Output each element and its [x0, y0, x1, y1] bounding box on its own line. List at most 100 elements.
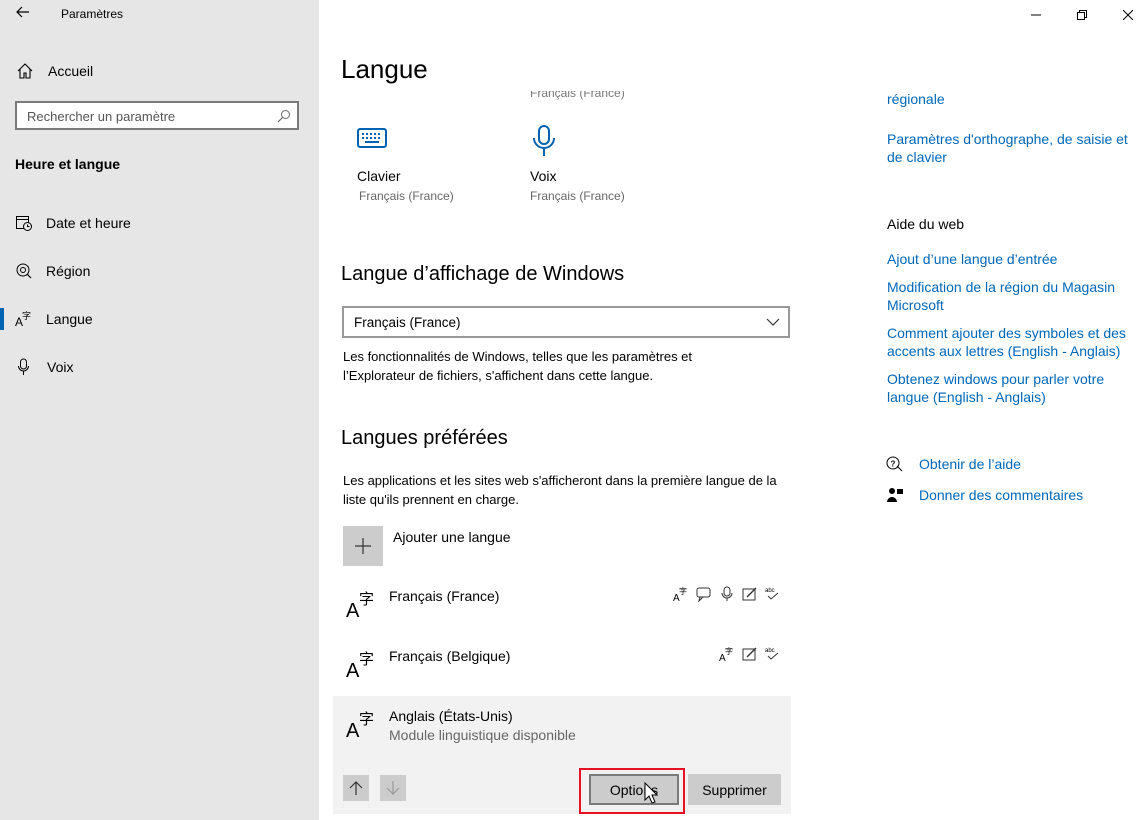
sidebar-item-date-time[interactable]: Date et heure — [15, 213, 315, 235]
language-name: Français (France) — [389, 588, 500, 604]
calendar-clock-icon — [16, 216, 32, 231]
restore-button[interactable] — [1059, 0, 1105, 29]
tile-subtitle: Français (France) — [359, 189, 454, 203]
language-features: A字 abc — [673, 586, 781, 602]
chevron-down-icon — [766, 318, 780, 326]
svg-text:A: A — [346, 720, 360, 740]
svg-text:字: 字 — [359, 710, 374, 728]
back-arrow-icon[interactable] — [12, 4, 34, 24]
spellcheck-icon: abc — [765, 588, 779, 600]
home-label: Accueil — [48, 63, 94, 79]
feedback-label: Donner des commentaires — [919, 487, 1084, 503]
microphone-icon — [721, 586, 733, 601]
display-language-icon: A字 — [673, 586, 687, 602]
language-icon: A字 — [15, 310, 31, 328]
feedback-icon — [887, 488, 903, 502]
language-name: Anglais (États-Unis) — [389, 708, 513, 724]
svg-text:abc: abc — [765, 648, 775, 654]
minimize-icon — [1031, 14, 1041, 15]
help-chat-icon: ? — [886, 456, 903, 472]
svg-text:字: 字 — [359, 650, 374, 668]
display-language-dropdown[interactable]: Français (France) — [342, 306, 790, 338]
active-indicator — [0, 308, 4, 330]
section-title: Heure et langue — [15, 156, 121, 172]
spelling-typing-keyboard-link[interactable]: Paramètres d'orthographe, de saisie et d… — [887, 130, 1132, 166]
sidebar-item-language[interactable]: A字 Langue — [15, 309, 315, 331]
globe-icon — [16, 263, 32, 279]
web-help-link[interactable]: Ajout d’une langue d’entrée — [887, 250, 1132, 268]
page-title: Langue — [341, 54, 428, 84]
speech-bubble-icon — [696, 587, 711, 602]
sidebar-item-label: Langue — [46, 311, 93, 327]
display-language-icon: A字 — [719, 646, 733, 662]
remove-label: Supprimer — [702, 781, 767, 798]
language-features: A字 abc — [719, 646, 781, 662]
sidebar-item-region[interactable]: Région — [15, 261, 315, 283]
regional-link[interactable]: régionale — [887, 90, 945, 108]
search-icon — [277, 110, 290, 123]
web-help-link[interactable]: Modification de la région du Magasin Mic… — [887, 278, 1132, 314]
handwriting-icon — [742, 587, 757, 601]
microphone-icon — [533, 125, 555, 156]
preferred-languages-heading: Langues préférées — [341, 427, 508, 449]
get-help-link[interactable]: ? Obtenir de l’aide — [886, 455, 1126, 475]
app-title: Paramètres — [61, 7, 124, 21]
plus-icon — [343, 526, 383, 566]
arrow-down-icon — [386, 781, 400, 795]
search-placeholder: Rechercher un paramètre — [27, 109, 176, 124]
language-glyph-icon: A字 — [346, 650, 374, 680]
add-language-button[interactable]: Ajouter une langue — [343, 526, 643, 566]
svg-text:abc: abc — [765, 588, 775, 594]
sidebar-item-label: Voix — [47, 359, 74, 375]
svg-text:字: 字 — [679, 586, 687, 596]
mouse-cursor-icon — [644, 782, 658, 804]
web-help-link[interactable]: Comment ajouter des symboles et des acce… — [887, 324, 1132, 360]
language-name: Français (Belgique) — [389, 648, 511, 664]
microphone-icon — [18, 358, 29, 375]
language-glyph-icon: A字 — [346, 590, 374, 620]
tile-title: Voix — [530, 168, 557, 184]
keyboard-tile[interactable]: Clavier Français (France) — [357, 122, 507, 206]
close-button[interactable] — [1105, 0, 1147, 29]
svg-text:A: A — [346, 660, 360, 680]
svg-text:字: 字 — [359, 590, 374, 608]
display-language-heading: Langue d’affichage de Windows — [341, 263, 625, 285]
handwriting-icon — [742, 647, 757, 661]
display-language-description: Les fonctionnalités de Windows, telles q… — [343, 349, 693, 383]
options-button[interactable]: Options — [589, 774, 679, 805]
svg-text:字: 字 — [725, 646, 733, 656]
tile-subtitle: Français (France) — [530, 189, 625, 203]
home-icon — [17, 63, 33, 79]
sidebar-item-voice[interactable]: Voix — [15, 357, 315, 379]
sidebar: Paramètres Accueil Rechercher un paramèt… — [0, 0, 319, 820]
restore-icon — [1077, 9, 1087, 20]
spellcheck-icon: abc — [765, 648, 779, 660]
dropdown-value: Français (France) — [354, 315, 461, 330]
sidebar-item-label: Région — [46, 263, 91, 279]
move-up-button[interactable] — [343, 775, 369, 801]
svg-text:字: 字 — [22, 310, 31, 322]
remove-button[interactable]: Supprimer — [688, 774, 781, 805]
close-icon — [1123, 9, 1133, 20]
get-help-label: Obtenir de l’aide — [919, 456, 1021, 472]
svg-text:A: A — [346, 600, 360, 620]
language-item[interactable]: A字 Français (France) A字 abc — [333, 578, 791, 634]
web-help-link[interactable]: Obtenez windows pour parler votre langue… — [887, 370, 1132, 406]
voice-tile[interactable]: Voix Français (France) — [529, 122, 679, 206]
language-item[interactable]: A字 Français (Belgique) A字 abc — [333, 638, 791, 694]
tile-title: Clavier — [357, 168, 401, 184]
language-item-selected[interactable]: A字 Anglais (États-Unis) Module linguisti… — [333, 696, 791, 814]
sidebar-item-label: Date et heure — [46, 215, 131, 231]
svg-text:?: ? — [891, 460, 896, 469]
cut-off-text: Français (France) — [530, 86, 625, 100]
web-help-title: Aide du web — [887, 216, 965, 232]
language-glyph-icon: A字 — [346, 710, 374, 740]
arrow-up-icon — [349, 781, 363, 795]
minimize-button[interactable] — [1013, 0, 1059, 29]
language-status: Module linguistique disponible — [389, 727, 576, 743]
add-language-label: Ajouter une langue — [393, 529, 511, 545]
search-input[interactable]: Rechercher un paramètre — [15, 101, 299, 130]
main-content: Langue Français (France) Clavier Françai… — [319, 0, 1147, 820]
feedback-link[interactable]: Donner des commentaires — [886, 486, 1126, 506]
move-down-button[interactable] — [380, 775, 406, 801]
